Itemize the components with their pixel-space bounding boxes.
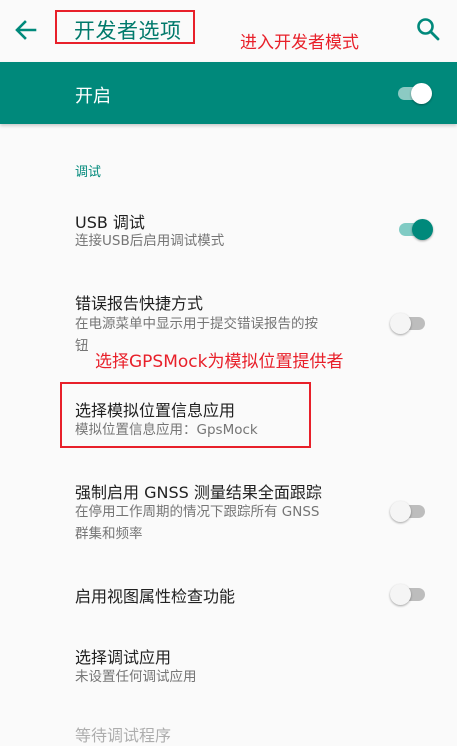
annotation-enter-developer-mode: 进入开发者模式 bbox=[240, 33, 359, 53]
pref-summary: 未设置任何调试应用 bbox=[75, 669, 197, 685]
pref-usb-debugging[interactable]: USB 调试 连接USB后启用调试模式 bbox=[0, 195, 457, 265]
pref-summary-line-1: 在电源菜单中显示用于提交错误报告的按 bbox=[75, 316, 318, 332]
master-switch-label: 开启 bbox=[75, 86, 111, 107]
master-switch-bar[interactable]: 开启 bbox=[0, 62, 457, 124]
pref-select-debug-app[interactable]: 选择调试应用 未设置任何调试应用 bbox=[0, 632, 457, 694]
pref-summary: 模拟位置信息应用：GpsMock bbox=[75, 422, 258, 438]
toggle-thumb bbox=[390, 313, 411, 334]
pref-title: 选择模拟位置信息应用 bbox=[75, 401, 236, 420]
view-attribute-toggle[interactable] bbox=[390, 582, 426, 606]
pref-title: 等待调试程序 bbox=[75, 726, 172, 745]
bug-report-toggle[interactable] bbox=[390, 311, 426, 335]
pref-summary-line-1: 在停用工作周期的情况下跟踪所有 GNSS bbox=[75, 504, 320, 520]
pref-view-attribute-inspection[interactable]: 启用视图属性检查功能 bbox=[0, 570, 457, 618]
toggle-thumb bbox=[412, 219, 433, 240]
pref-title: 选择调试应用 bbox=[75, 648, 172, 667]
app-toolbar: 开发者选项 进入开发者模式 bbox=[0, 0, 457, 62]
master-toggle[interactable] bbox=[396, 81, 432, 105]
toggle-thumb bbox=[390, 501, 411, 522]
usb-debugging-toggle[interactable] bbox=[397, 217, 433, 241]
pref-bug-report-shortcut[interactable]: 错误报告快捷方式 在电源菜单中显示用于提交错误报告的按 钮 bbox=[0, 276, 457, 356]
pref-wait-for-debugger[interactable]: 等待调试程序 bbox=[0, 712, 457, 745]
pref-title: 启用视图属性检查功能 bbox=[75, 587, 236, 606]
toggle-thumb bbox=[411, 83, 432, 104]
search-icon[interactable] bbox=[414, 15, 442, 43]
pref-title: 错误报告快捷方式 bbox=[75, 294, 204, 313]
gnss-toggle[interactable] bbox=[390, 499, 426, 523]
page-title: 开发者选项 bbox=[74, 19, 182, 43]
section-header-debug: 调试 bbox=[75, 165, 102, 180]
pref-mock-location-app[interactable]: 选择模拟位置信息应用 模拟位置信息应用：GpsMock bbox=[0, 384, 457, 446]
annotation-choose-gpsmock: 选择GPSMock为模拟位置提供者 bbox=[95, 352, 344, 372]
pref-summary-line-2: 群集和频率 bbox=[75, 526, 143, 542]
pref-summary: 连接USB后启用调试模式 bbox=[75, 233, 225, 249]
pref-force-gnss-measurements[interactable]: 强制启用 GNSS 测量结果全面跟踪 在停用工作周期的情况下跟踪所有 GNSS … bbox=[0, 466, 457, 550]
arrow-back-icon[interactable] bbox=[12, 16, 40, 44]
toggle-thumb bbox=[390, 584, 411, 605]
pref-title: 强制启用 GNSS 测量结果全面跟踪 bbox=[75, 483, 322, 502]
